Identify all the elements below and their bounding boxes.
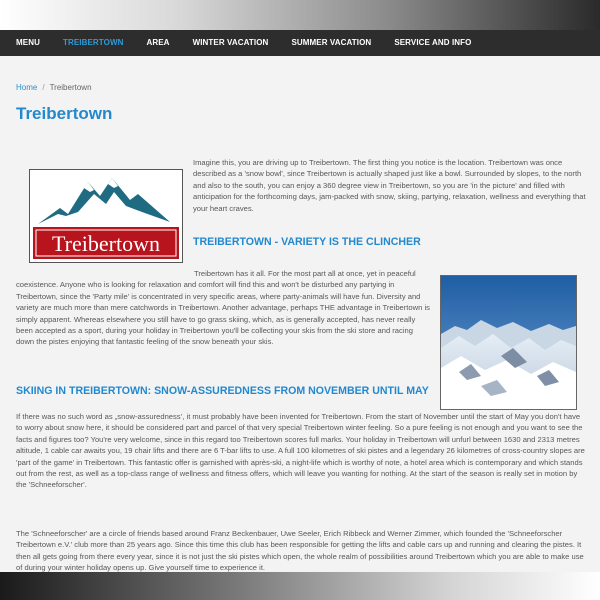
- heading-skiing: SKIING IN TREIBERTOWN: SNOW-ASSUREDNESS …: [16, 385, 429, 397]
- schneeforscher-paragraph: The 'Schneeforscher' are a circle of fri…: [16, 529, 584, 573]
- treibertown-logo: Treibertown: [29, 169, 183, 263]
- nav-item-summer-vacation[interactable]: SUMMER VACATION: [285, 30, 377, 56]
- bottom-gradient-band: [0, 572, 600, 600]
- heading-variety: TREIBERTOWN - VARIETY IS THE CLINCHER: [193, 236, 421, 248]
- main-navigation: MENU TREIBERTOWN AREA WINTER VACATION SUMMER…: [0, 30, 600, 56]
- nav-item-menu[interactable]: MENU: [10, 30, 46, 56]
- mountain-panorama-image: [441, 276, 576, 409]
- nav-item-service-and-info[interactable]: SERVICE AND INFO: [388, 30, 477, 56]
- skiing-paragraph: If there was no such word as „snow-assur…: [16, 412, 585, 490]
- breadcrumb: Home / Treibertown: [16, 83, 92, 92]
- nav-item-treibertown[interactable]: TREIBERTOWN: [57, 30, 130, 56]
- ski-slopes-photo: [440, 275, 577, 410]
- breadcrumb-separator: /: [42, 83, 45, 92]
- page-title: Treibertown: [16, 104, 113, 123]
- breadcrumb-current: Treibertown: [49, 83, 92, 92]
- variety-paragraph: Treibertown has it all. For the most par…: [16, 269, 430, 347]
- breadcrumb-home-link[interactable]: Home: [16, 83, 37, 92]
- mountain-logo-graphic: Treibertown: [33, 178, 179, 259]
- top-gradient-band: [0, 0, 600, 30]
- intro-paragraph: Imagine this, you are driving up to Trei…: [193, 158, 586, 213]
- logo-wordmark: Treibertown: [52, 231, 160, 256]
- nav-item-area[interactable]: AREA: [140, 30, 175, 56]
- nav-item-winter-vacation[interactable]: WINTER VACATION: [187, 30, 275, 56]
